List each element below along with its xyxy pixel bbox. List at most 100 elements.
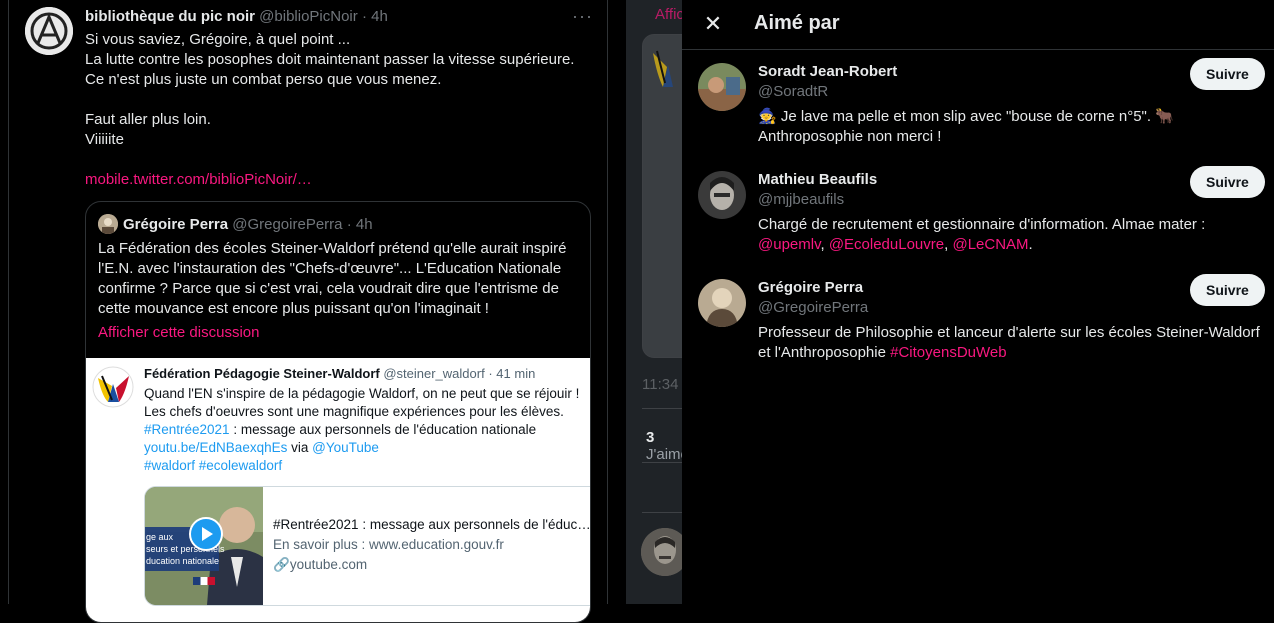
hashtag-links[interactable]: #waldorf #ecolewaldorf	[144, 458, 282, 473]
embed-author-handle[interactable]: @steiner_waldorf	[383, 366, 484, 381]
author-handle[interactable]: @biblioPicNoir	[259, 8, 358, 25]
tweet-column: bibliothèque du pic noir @biblioPicNoir …	[8, 0, 608, 623]
user-handle[interactable]: @mjjbeaufils	[758, 191, 844, 208]
likes-count: 3 J'aime	[646, 429, 682, 463]
likes-label: J'aime	[646, 446, 682, 463]
card-description: En savoir plus : www.education.gouv.fr	[273, 537, 504, 552]
background-detail-column: Afficher 11:34 3 J'aime	[626, 0, 682, 604]
quoted-tweet[interactable]: Grégoire Perra @GregoirePerra · 4h La Fé…	[85, 201, 591, 623]
reply-avatar	[641, 528, 682, 576]
play-icon[interactable]	[189, 517, 223, 551]
portrait-icon	[98, 214, 118, 234]
user-handle[interactable]: @SoradtR	[758, 83, 828, 100]
avatar-logo-icon	[25, 7, 73, 55]
tweet-text: Si vous saviez, Grégoire, à quel point .…	[85, 30, 600, 190]
author-avatar[interactable]	[25, 7, 73, 55]
hashtag-link[interactable]: #Rentrée2021	[144, 422, 230, 437]
tweet-line: Faut aller plus loin.	[85, 111, 211, 128]
tweet-header: bibliothèque du pic noir @biblioPicNoir …	[85, 8, 388, 25]
more-icon[interactable]: ···	[572, 6, 593, 27]
tweet-line: Si vous saviez, Grégoire, à quel point .…	[85, 31, 351, 48]
follow-button[interactable]: Suivre	[1190, 274, 1265, 306]
youtube-link[interactable]: youtu.be/EdNBaexqhEs	[144, 440, 287, 455]
embed-time[interactable]: 41 min	[496, 366, 535, 381]
divider	[642, 512, 682, 513]
bio-line: 🧙 Je lave ma pelle et mon slip avec "bou…	[758, 108, 1174, 125]
card-domain: 🔗youtube.com	[273, 557, 367, 573]
embed-text: Quand l'EN s'inspire de la pédagogie Wal…	[144, 385, 584, 475]
user-bio: Chargé de recrutement et gestionnaire d'…	[758, 215, 1263, 255]
user-name[interactable]: Mathieu Beaufils	[758, 171, 877, 188]
quote-header: Grégoire Perra @GregoirePerra · 4h	[123, 216, 373, 233]
modal-header: ✕ Aimé par	[682, 0, 1274, 50]
play-glyph	[202, 527, 213, 541]
youtube-mention[interactable]: @YouTube	[312, 440, 379, 455]
via-text: via	[287, 440, 313, 455]
user-name[interactable]: Soradt Jean-Robert	[758, 63, 897, 80]
embed-line: Quand l'EN s'inspire de la pédagogie Wal…	[144, 386, 580, 401]
user-avatar[interactable]	[698, 279, 746, 327]
separator-dot: ·	[488, 366, 493, 381]
follow-button[interactable]: Suivre	[1190, 58, 1265, 90]
separator-dot: ·	[361, 8, 367, 25]
tweet-time[interactable]: 4h	[371, 8, 388, 25]
divider	[642, 408, 682, 409]
thumb-text: ducation nationale	[146, 556, 220, 566]
modal-title: Aimé par	[754, 12, 840, 34]
portrait-icon	[698, 63, 746, 111]
bio-line: Anthroposophie non merci !	[758, 128, 942, 145]
user-bio: 🧙 Je lave ma pelle et mon slip avec "bou…	[758, 107, 1263, 147]
tweet-timestamp: 11:34	[642, 376, 679, 393]
tweet-line: La lutte contre les posophes doit mainte…	[85, 51, 575, 68]
embedded-tweet: Fédération Pédagogie Steiner-Waldorf @st…	[86, 358, 590, 622]
user-bio: Professeur de Philosophie et lanceur d'a…	[758, 323, 1263, 363]
link-card[interactable]: ge aux seurs et personnels ducation nati…	[144, 486, 590, 606]
separator-dot: ·	[346, 216, 352, 233]
embed-author-name[interactable]: Fédération Pédagogie Steiner-Waldorf	[144, 366, 380, 381]
close-icon[interactable]: ✕	[696, 8, 730, 42]
divider	[642, 462, 682, 463]
embed-line: Les chefs d'oeuvres sont une magnifique …	[144, 404, 564, 419]
portrait-icon	[698, 279, 746, 327]
follow-button[interactable]: Suivre	[1190, 166, 1265, 198]
waldorf-logo-icon	[653, 50, 673, 87]
user-name[interactable]: Grégoire Perra	[758, 279, 863, 296]
portrait-icon	[698, 171, 746, 219]
quote-author-name[interactable]: Grégoire Perra	[123, 216, 228, 233]
bio-separator: ,	[820, 236, 829, 253]
quote-author-handle[interactable]: @GregoirePerra	[232, 216, 342, 233]
tweet-line	[85, 90, 600, 110]
tweet-line: Viiiiite	[85, 131, 124, 148]
quote-text: La Fédération des écoles Steiner-Waldorf…	[98, 240, 567, 317]
hashtag-link[interactable]: #CitoyensDuWeb	[890, 344, 1006, 361]
mention-link[interactable]: @LeCNAM	[952, 236, 1028, 253]
user-handle[interactable]: @GregoirePerra	[758, 299, 868, 316]
liked-by-modal: ✕ Aimé par Soradt Jean-Robert @SoradtR S…	[682, 0, 1274, 604]
mention-link[interactable]: @upemlv	[758, 236, 820, 253]
show-thread-link-dimmed: Afficher	[655, 6, 682, 23]
quote-author-avatar	[98, 214, 118, 234]
user-avatar[interactable]	[698, 63, 746, 111]
mention-link[interactable]: @EcoleduLouvre	[829, 236, 944, 253]
tweet-line	[85, 150, 600, 170]
thumb-text: ge aux	[146, 532, 174, 542]
card-domain-text: youtube.com	[289, 557, 368, 572]
flag-icon	[193, 577, 215, 585]
tweet-line: Ce n'est plus juste un combat perso que …	[85, 71, 442, 88]
bio-end: .	[1028, 236, 1033, 253]
likes-number: 3	[646, 429, 655, 446]
embed-header: Fédération Pédagogie Steiner-Waldorf @st…	[144, 366, 535, 381]
quote-time[interactable]: 4h	[356, 216, 373, 233]
bio-text: Chargé de recrutement et gestionnaire d'…	[758, 216, 1206, 233]
author-name[interactable]: bibliothèque du pic noir	[85, 8, 255, 25]
tweet-link[interactable]: mobile.twitter.com/biblioPicNoir/…	[85, 171, 312, 188]
link-icon: 🔗	[273, 557, 290, 572]
portrait-icon	[641, 528, 682, 576]
user-avatar[interactable]	[698, 171, 746, 219]
card-thumbnail[interactable]: ge aux seurs et personnels ducation nati…	[145, 487, 263, 605]
bio-text: Professeur de Philosophie et lanceur d'a…	[758, 324, 1260, 361]
waldorf-logo-icon	[92, 366, 134, 408]
embed-line: : message aux personnels de l'éducation …	[229, 422, 537, 437]
show-thread-link[interactable]: Afficher cette discussion	[98, 324, 259, 341]
dimmed-embed-card	[642, 34, 682, 358]
